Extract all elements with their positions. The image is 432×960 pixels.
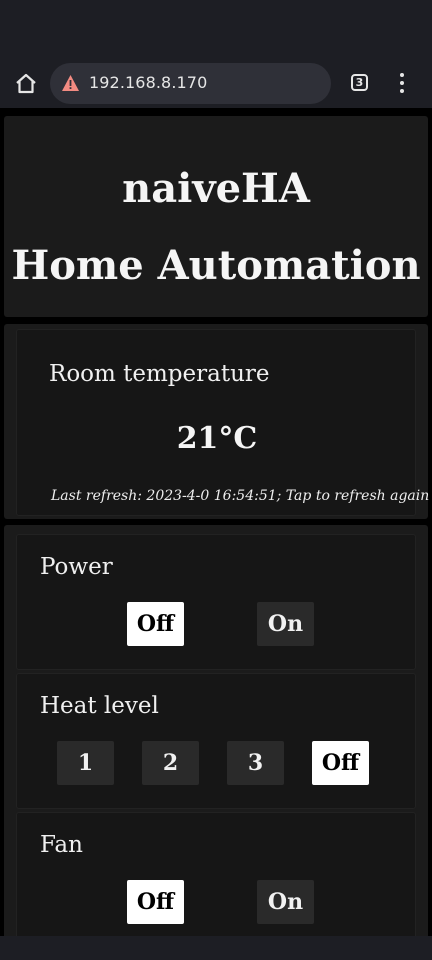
- browser-toolbar: 192.168.8.170 3: [0, 62, 432, 108]
- url-text[interactable]: 192.168.8.170: [89, 73, 207, 92]
- page-subtitle: Home Automation: [11, 242, 421, 289]
- power-label: Power: [40, 554, 113, 580]
- header-card: naiveHA Home Automation: [4, 116, 428, 317]
- page-title: naiveHA: [122, 165, 310, 212]
- fan-on-button[interactable]: On: [257, 880, 314, 924]
- heat-level-label: Heat level: [40, 693, 159, 719]
- temperature-label: Room temperature: [49, 361, 270, 387]
- controls-card: Power Off On Heat level 1 2 3 Off Fan Of…: [4, 525, 428, 936]
- temperature-panel[interactable]: Room temperature 21°C Last refresh: 2023…: [16, 329, 429, 516]
- power-on-button[interactable]: On: [257, 602, 314, 646]
- power-control: Power Off On: [16, 534, 416, 670]
- temperature-value: 21°C: [176, 421, 258, 456]
- fan-off-button[interactable]: Off: [127, 880, 184, 924]
- status-bar: [0, 0, 432, 62]
- home-icon[interactable]: [14, 72, 38, 96]
- heat-level-1-button[interactable]: 1: [57, 741, 114, 785]
- fan-label: Fan: [40, 832, 83, 858]
- tabs-icon[interactable]: 3: [351, 74, 368, 91]
- temperature-card: Room temperature 21°C Last refresh: 2023…: [4, 324, 429, 519]
- heat-level-3-button[interactable]: 3: [227, 741, 284, 785]
- power-off-button[interactable]: Off: [127, 602, 184, 646]
- heat-off-button[interactable]: Off: [312, 741, 369, 785]
- warning-icon[interactable]: [61, 74, 80, 92]
- address-bar[interactable]: 192.168.8.170: [50, 63, 331, 104]
- heat-level-2-button[interactable]: 2: [142, 741, 199, 785]
- system-nav-bar: [0, 936, 432, 960]
- page-content: naiveHA Home Automation Room temperature…: [0, 108, 432, 936]
- heat-level-control: Heat level 1 2 3 Off: [16, 673, 416, 809]
- refresh-link[interactable]: Last refresh: 2023-4-0 16:54:51; Tap to …: [51, 488, 429, 504]
- more-vert-icon[interactable]: [398, 73, 406, 95]
- fan-control: Fan Off On: [16, 812, 416, 936]
